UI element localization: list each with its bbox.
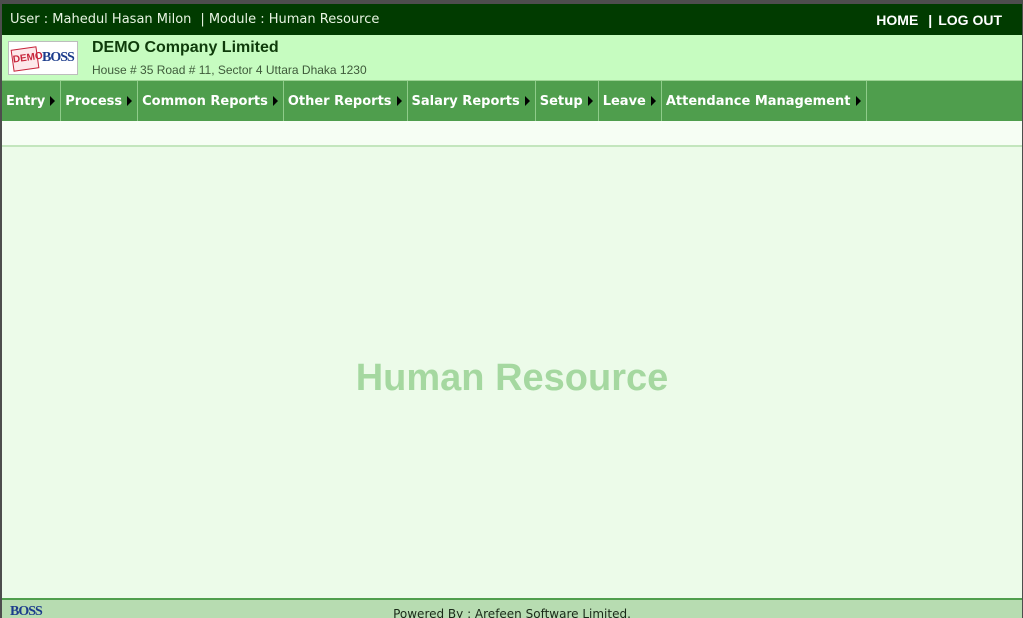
menu-item-label: Other Reports bbox=[287, 93, 392, 109]
logo-demo-stamp: DEMO bbox=[10, 46, 44, 72]
menu-item-salary-reports[interactable]: Salary Reports bbox=[408, 81, 536, 121]
menu-item-common-reports[interactable]: Common Reports bbox=[138, 81, 284, 121]
menu-item-label: Leave bbox=[602, 93, 646, 109]
main-menu: Entry Process Common Reports Other Repor… bbox=[2, 81, 1022, 121]
company-name: DEMO Company Limited bbox=[92, 39, 279, 56]
top-links: HOME | LOG OUT bbox=[876, 12, 1002, 28]
menu-item-other-reports[interactable]: Other Reports bbox=[284, 81, 408, 121]
powered-by-text: Powered By : Arefeen Software Limited. bbox=[393, 607, 631, 618]
footer: BOSS Powered By : Arefeen Software Limit… bbox=[2, 598, 1022, 618]
logo-boss-mark: BOSS bbox=[42, 50, 75, 65]
caret-right-icon bbox=[50, 96, 56, 106]
user-info: User : Mahedul Hasan Milon | Module : Huma… bbox=[10, 12, 379, 27]
links-separator: | bbox=[928, 12, 933, 28]
company-address: House # 35 Road # 11, Sector 4 Uttara Dh… bbox=[92, 63, 367, 77]
caret-right-icon bbox=[650, 96, 656, 106]
menu-item-label: Common Reports bbox=[142, 93, 268, 109]
menu-item-label: Salary Reports bbox=[411, 93, 520, 109]
caret-right-icon bbox=[855, 96, 861, 106]
user-label: User : Mahedul Hasan Milon bbox=[10, 12, 192, 27]
menu-item-label: Setup bbox=[539, 93, 583, 109]
module-watermark: Human Resource bbox=[355, 357, 669, 399]
main-content: Human Resource bbox=[2, 149, 1022, 598]
caret-right-icon bbox=[127, 96, 133, 106]
menu-item-label: Attendance Management bbox=[665, 93, 851, 109]
company-logo: DEMO BOSS bbox=[8, 41, 78, 75]
module-label: Module : Human Resource bbox=[208, 12, 380, 27]
sub-menu-strip bbox=[2, 121, 1022, 147]
menu-item-label: Entry bbox=[6, 93, 46, 109]
menu-item-setup[interactable]: Setup bbox=[536, 81, 599, 121]
company-header: DEMO BOSS DEMO Company Limited House # 3… bbox=[2, 35, 1022, 81]
caret-right-icon bbox=[272, 96, 278, 106]
app-frame: User : Mahedul Hasan Milon | Module : Huma… bbox=[2, 4, 1022, 618]
top-bar: User : Mahedul Hasan Milon | Module : Huma… bbox=[2, 4, 1022, 35]
menu-item-leave[interactable]: Leave bbox=[599, 81, 662, 121]
caret-right-icon bbox=[396, 96, 402, 106]
home-link[interactable]: HOME bbox=[876, 12, 918, 28]
menu-item-process[interactable]: Process bbox=[61, 81, 139, 121]
menu-item-entry[interactable]: Entry bbox=[2, 81, 62, 121]
caret-right-icon bbox=[587, 96, 593, 106]
user-module-separator: | bbox=[200, 12, 205, 27]
menu-item-attendance-management[interactable]: Attendance Management bbox=[662, 81, 867, 121]
menu-item-label: Process bbox=[65, 93, 123, 109]
caret-right-icon bbox=[524, 96, 530, 106]
logout-link[interactable]: LOG OUT bbox=[938, 12, 1002, 28]
